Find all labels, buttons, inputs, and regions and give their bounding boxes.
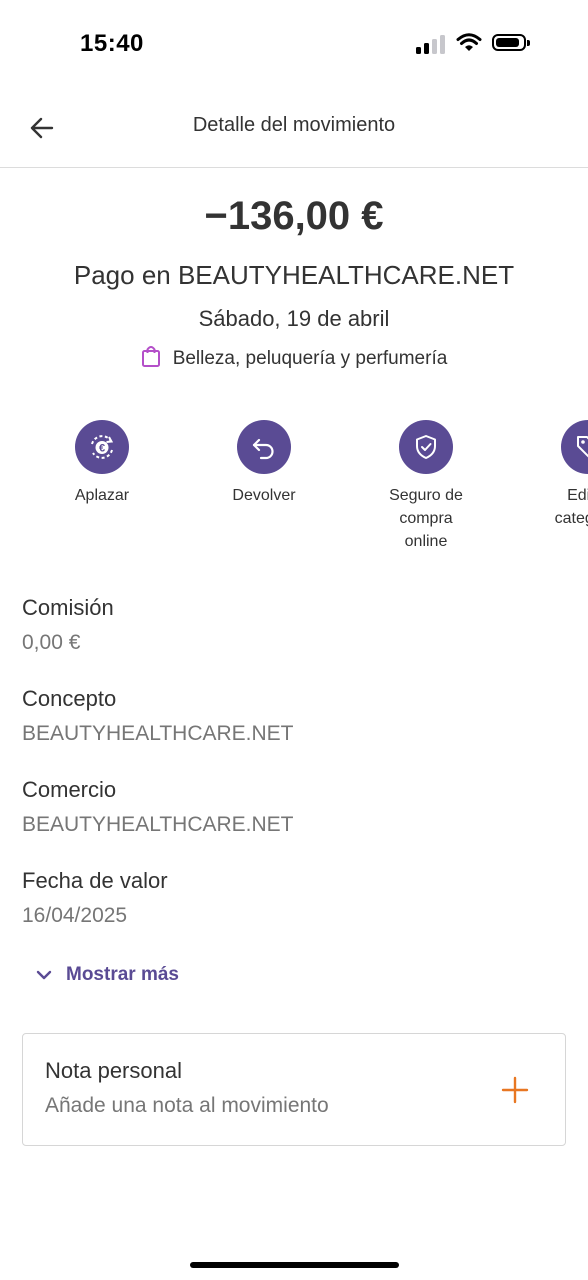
note-placeholder: Añade una nota al movimiento (45, 1094, 329, 1117)
detail-key: Comercio (22, 777, 117, 802)
transaction-category: Belleza, peluquería y perfumería (0, 344, 588, 370)
transaction-details: Comisión 0,00 € Concepto BEAUTYHEALTHCAR… (22, 592, 562, 956)
detail-value: BEAUTYHEALTHCARE.NET (22, 722, 294, 745)
detail-value: 0,00 € (22, 631, 81, 654)
show-more-label: Mostrar más (66, 964, 179, 985)
detail-row-merchant: Comercio BEAUTYHEALTHCARE.NET (22, 774, 562, 865)
navigation-bar: Detalle del movimiento (0, 88, 588, 168)
detail-row-commission: Comisión 0,00 € (22, 592, 562, 683)
return-arrow-icon (237, 420, 291, 474)
shopping-bag-icon (141, 346, 160, 367)
plus-icon[interactable] (501, 1076, 529, 1104)
svg-text:€: € (99, 443, 105, 455)
wifi-icon (456, 33, 482, 51)
detail-row-value-date: Fecha de valor 16/04/2025 (22, 865, 562, 956)
detail-value: 16/04/2025 (22, 904, 128, 927)
purchase-insurance-label: Seguro de compra online (389, 487, 463, 550)
edit-category-button[interactable]: Editar categoría (518, 420, 588, 530)
transaction-amount: −136,00 € (204, 194, 384, 238)
status-bar: 15:40 (0, 0, 588, 88)
return-label: Devolver (232, 487, 296, 504)
personal-note-card[interactable]: Nota personal Añade una nota al movimien… (22, 1033, 566, 1146)
status-time: 15:40 (80, 30, 144, 57)
battery-icon (492, 34, 530, 51)
defer-label: Aplazar (74, 487, 130, 504)
transaction-date: Sábado, 19 de abril (198, 306, 390, 331)
chevron-down-icon (36, 970, 52, 980)
purchase-insurance-button[interactable]: Seguro de compra online (356, 420, 496, 553)
detail-key: Comisión (22, 595, 114, 620)
shield-check-icon (399, 420, 453, 474)
tag-icon (561, 420, 588, 474)
defer-button[interactable]: € Aplazar (32, 420, 172, 507)
euro-cycle-icon: € (75, 420, 129, 474)
note-title: Nota personal (45, 1058, 182, 1083)
page-title: Detalle del movimiento (192, 114, 396, 136)
transaction-merchant: Pago en BEAUTYHEALTHCARE.NET (73, 260, 515, 290)
quick-actions: € Aplazar Devolver Seguro de compra onli… (0, 420, 588, 560)
detail-value: BEAUTYHEALTHCARE.NET (22, 813, 294, 836)
show-more-button[interactable]: Mostrar más (36, 964, 179, 986)
detail-row-concept: Concepto BEAUTYHEALTHCARE.NET (22, 683, 562, 774)
cellular-signal-icon (416, 34, 448, 54)
return-button[interactable]: Devolver (194, 420, 334, 507)
category-label: Belleza, peluquería y perfumería (172, 348, 448, 369)
detail-key: Concepto (22, 686, 117, 711)
detail-key: Fecha de valor (22, 868, 168, 893)
home-indicator (190, 1262, 399, 1268)
edit-category-label: Editar categoría (554, 487, 588, 527)
